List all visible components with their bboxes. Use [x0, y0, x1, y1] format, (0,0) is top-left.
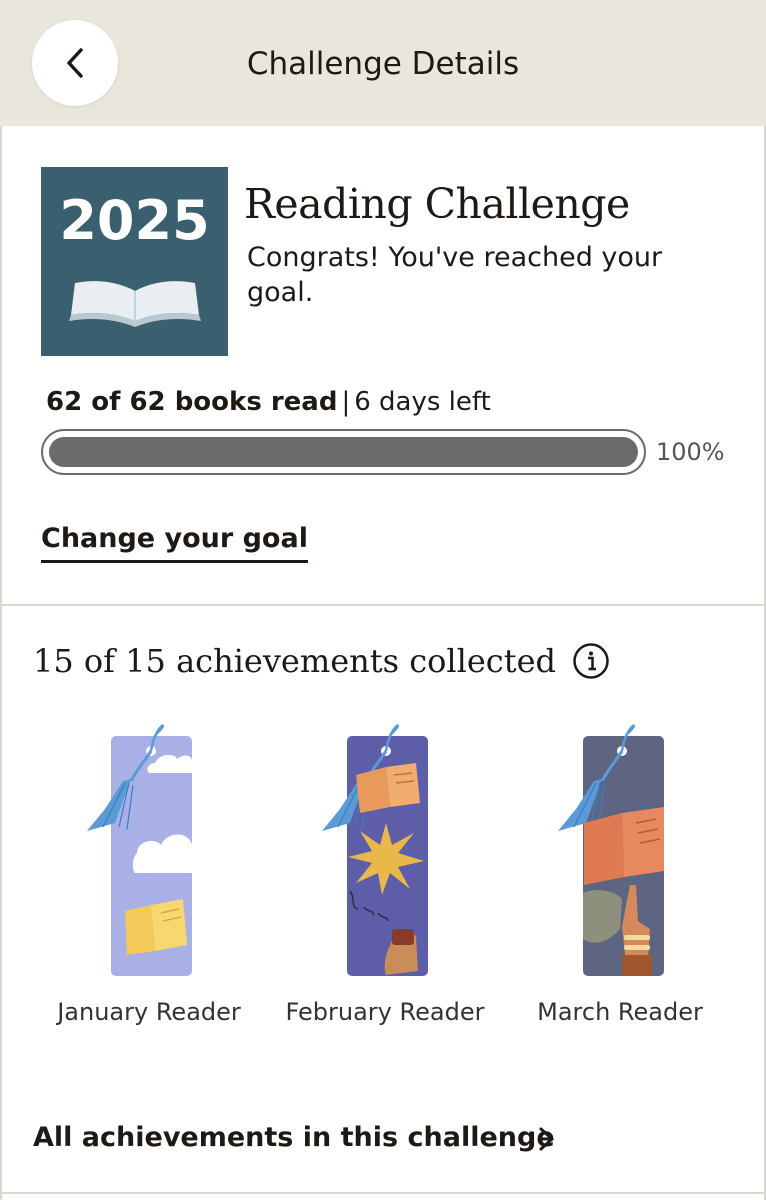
- all-achievements-link[interactable]: All achievements in this challenge: [33, 1120, 555, 1156]
- open-book-icon: [69, 281, 201, 327]
- change-goal-link[interactable]: Change your goal: [41, 522, 308, 563]
- challenge-details-screen: Challenge Details 2025 Reading Challenge…: [0, 0, 766, 1200]
- section-divider: [0, 604, 766, 606]
- days-left: 6 days left: [354, 387, 491, 417]
- badge-year: 2025: [59, 189, 210, 252]
- info-icon[interactable]: [572, 642, 610, 680]
- section-divider: [0, 1192, 766, 1194]
- progress-bar: [41, 429, 646, 475]
- march-bookmark-badge[interactable]: [556, 723, 686, 983]
- top-bar: Challenge Details: [0, 0, 766, 126]
- achievement-label: January Reader: [57, 998, 241, 1026]
- progress-bar-fill: [49, 437, 638, 467]
- achievement-label: February Reader: [285, 998, 485, 1026]
- separator: |: [341, 387, 351, 417]
- january-bookmark-badge[interactable]: [85, 723, 215, 983]
- achievement-label: March Reader: [537, 998, 703, 1026]
- challenge-title: Reading Challenge: [244, 180, 630, 228]
- page-title: Challenge Details: [246, 46, 520, 82]
- achievements-title: 15 of 15 achievements collected: [33, 642, 556, 680]
- progress-summary: 62 of 62 books read | 6 days left: [46, 385, 491, 419]
- frame-edge: [0, 0, 2, 1200]
- books-read-count: 62 of 62 books read: [46, 387, 338, 417]
- chevron-right-icon[interactable]: [536, 1125, 558, 1153]
- february-bookmark-badge[interactable]: [320, 723, 450, 983]
- challenge-badge: 2025: [41, 167, 228, 356]
- progress-percent: 100%: [656, 438, 725, 466]
- challenge-message: Congrats! You've reached your goal.: [247, 242, 663, 308]
